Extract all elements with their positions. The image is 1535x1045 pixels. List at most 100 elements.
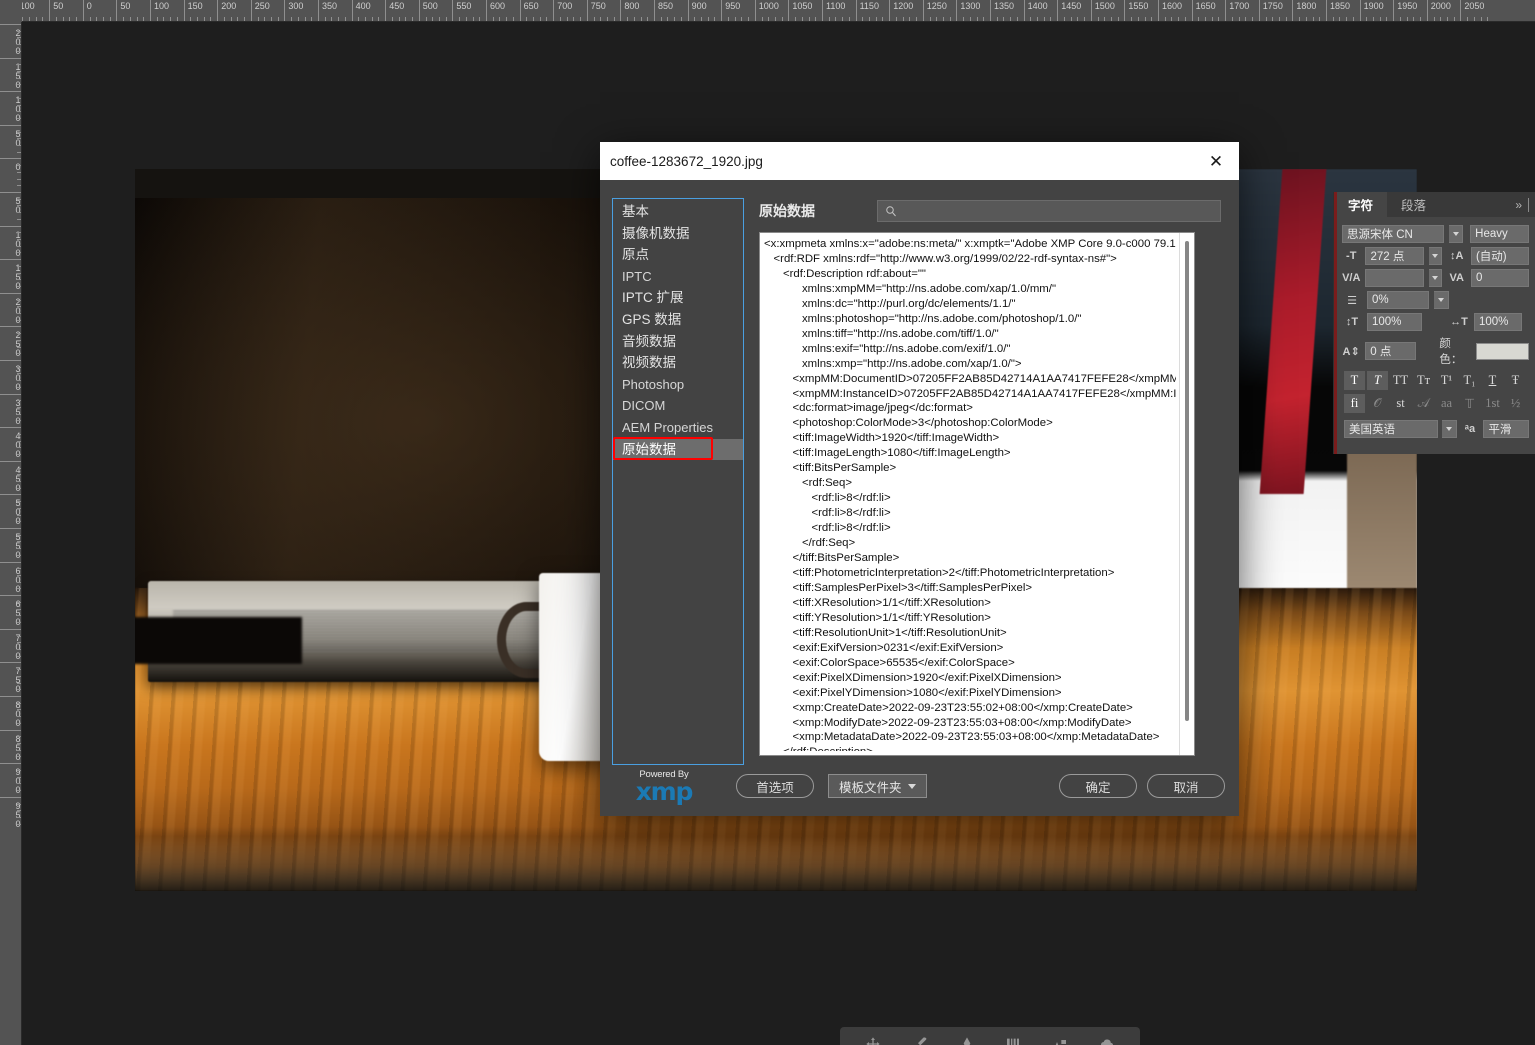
style-button-contextual-alternates[interactable]: 𝒪 — [1367, 394, 1388, 413]
style-button-titling-alternates[interactable]: 𝕋 — [1459, 394, 1480, 413]
font-family-field[interactable]: 思源宋体 CN — [1342, 225, 1445, 243]
shape-icon[interactable] — [1051, 1036, 1069, 1045]
ruler-minor-tick-h — [795, 17, 797, 21]
style-button-small-caps[interactable]: Tт — [1413, 371, 1434, 390]
pen-icon[interactable] — [958, 1036, 976, 1045]
sidebar-item-11[interactable]: 原始数据 — [613, 438, 743, 461]
character-panel-tabs[interactable]: 字符 段落 » — [1334, 192, 1535, 217]
ruler-minor-tick-h — [801, 17, 803, 21]
ruler-minor-tick-v — [17, 622, 21, 624]
sidebar-item-0[interactable]: 基本 — [613, 201, 743, 223]
style-buttons-row-2[interactable]: fi 𝒪st 𝒜aa 𝕋 1st ½ — [1342, 394, 1529, 413]
style-button-strikethrough[interactable]: Ŧ — [1505, 371, 1526, 390]
tab-paragraph[interactable]: 段落 — [1387, 192, 1440, 217]
character-panel-body: 思源宋体 CN Heavy ‑T 272 点 ↕A (自动) V/A VA 0 … — [1334, 217, 1535, 438]
ruler-corner[interactable] — [0, 0, 22, 22]
sidebar-item-7[interactable]: 视频数据 — [613, 352, 743, 374]
sidebar-item-10[interactable]: AEM Properties — [613, 417, 743, 439]
leading-field[interactable]: (自动) — [1470, 247, 1529, 265]
sidebar-item-6[interactable]: 音频数据 — [613, 331, 743, 353]
sidebar-item-1[interactable]: 摄像机数据 — [613, 223, 743, 245]
search-box[interactable] — [877, 200, 1221, 222]
ruler-minor-tick-v — [17, 588, 21, 590]
language-dropdown-icon[interactable] — [1442, 420, 1457, 438]
style-button-swash[interactable]: 𝒜 — [1413, 394, 1434, 413]
cloud-icon[interactable] — [1098, 1036, 1116, 1045]
language-field[interactable]: 美国英语 — [1344, 420, 1439, 438]
sidebar-item-4[interactable]: IPTC 扩展 — [613, 287, 743, 309]
ruler-tick-h: 850 — [654, 0, 673, 21]
ruler-minor-tick-v — [17, 151, 21, 153]
vertical-ruler[interactable]: 200 150 100 50 0 50 100 150 200 250 300 350 400 450 50… — [0, 22, 22, 1045]
ruler-minor-tick-h — [606, 17, 608, 21]
style-button-all-caps[interactable]: TT — [1390, 371, 1411, 390]
font-style-field[interactable]: Heavy — [1470, 225, 1529, 243]
style-buttons-row-1[interactable]: T T TT Tт T¹ T₁ T Ŧ — [1342, 371, 1529, 390]
ruler-minor-tick-v — [17, 212, 21, 214]
style-button-superscript[interactable]: T¹ — [1436, 371, 1457, 390]
ruler-minor-tick-h — [768, 17, 770, 21]
vertical-scale-field[interactable]: 100% — [1367, 313, 1422, 331]
ruler-minor-tick-h — [432, 17, 434, 21]
ruler-minor-tick-h — [533, 17, 535, 21]
ruler-tick-h: 200 — [217, 0, 236, 21]
tsume-field[interactable]: 0% — [1367, 291, 1429, 309]
ruler-minor-tick-v — [17, 299, 21, 301]
xmp-scrollbar-thumb[interactable] — [1185, 241, 1189, 721]
kerning-dropdown-icon[interactable] — [1428, 269, 1443, 287]
style-button-ordinals[interactable]: 1st — [1482, 394, 1503, 413]
sidebar-item-2[interactable]: 原点 — [613, 244, 743, 266]
horizontal-ruler[interactable]: 1501005005010015020025030035040045050055… — [0, 0, 1535, 22]
sidebar-item-9[interactable]: DICOM — [613, 395, 743, 417]
ruler-minor-tick-h — [969, 17, 971, 21]
style-button-faux-bold[interactable]: T — [1344, 371, 1365, 390]
style-button-underline[interactable]: T — [1482, 371, 1503, 390]
font-size-field[interactable]: 272 点 — [1365, 247, 1424, 265]
ruler-minor-tick-v — [17, 756, 21, 758]
tsume-dropdown-icon[interactable] — [1434, 291, 1449, 309]
move-icon[interactable] — [864, 1036, 882, 1045]
cancel-button[interactable]: 取消 — [1147, 774, 1225, 798]
style-button-subscript[interactable]: T₁ — [1459, 371, 1480, 390]
tab-character[interactable]: 字符 — [1334, 192, 1388, 217]
chevron-double-right-icon[interactable]: » — [1515, 198, 1522, 212]
file-info-dialog[interactable]: coffee-1283672_1920.jpg ✕ 基本 摄像机数据 原点 IPTC I… — [600, 142, 1239, 816]
tracking-field[interactable]: 0 — [1470, 269, 1529, 287]
xmp-text-content: <x:xmpmeta xmlns:x="adobe:ns:meta/" x:xm… — [764, 238, 1176, 751]
ruler-minor-tick-h — [291, 17, 293, 21]
sidebar-item-3[interactable]: IPTC — [613, 266, 743, 288]
sidebar-item-5[interactable]: GPS 数据 — [613, 309, 743, 331]
brush-icon[interactable] — [911, 1036, 929, 1045]
style-button-oldstyle[interactable]: aa — [1436, 394, 1457, 413]
ruler-minor-tick-h — [479, 17, 481, 21]
baseline-shift-field[interactable]: 0 点 — [1365, 342, 1417, 360]
grid-icon[interactable] — [1004, 1036, 1022, 1045]
close-icon[interactable]: ✕ — [1201, 147, 1231, 175]
ruler-minor-tick-h — [566, 17, 568, 21]
ok-button[interactable]: 确定 — [1059, 774, 1137, 798]
horizontal-scale-field[interactable]: 100% — [1474, 313, 1522, 331]
ruler-minor-tick-v — [17, 675, 21, 677]
bottom-toolbar[interactable] — [840, 1027, 1140, 1045]
font-size-dropdown-icon[interactable] — [1428, 247, 1443, 265]
raw-xmp-viewer[interactable]: <x:xmpmeta xmlns:x="adobe:ns:meta/" x:xm… — [759, 232, 1195, 756]
kerning-field[interactable] — [1365, 269, 1424, 287]
font-family-dropdown-icon[interactable] — [1449, 225, 1464, 243]
antialias-field[interactable]: 平滑 — [1483, 420, 1529, 438]
style-button-standard-ligatures[interactable]: fi — [1344, 394, 1365, 413]
ruler-minor-tick-h — [613, 17, 615, 21]
ruler-tick-h: 150 — [183, 0, 203, 21]
preferences-button[interactable]: 首选项 — [736, 774, 814, 798]
style-button-fractions[interactable]: ½ — [1505, 394, 1526, 413]
text-color-swatch[interactable] — [1475, 342, 1529, 360]
style-button-discretionary-ligatures[interactable]: st — [1390, 394, 1411, 413]
xmp-scrollbar[interactable] — [1179, 233, 1194, 755]
ruler-minor-tick-h — [593, 17, 595, 21]
ruler-tick-h: 250 — [250, 0, 270, 21]
template-folder-dropdown[interactable]: 模板文件夹 — [828, 774, 927, 798]
search-input[interactable] — [897, 204, 1220, 218]
character-panel[interactable]: 字符 段落 » 思源宋体 CN Heavy ‑T 272 点 ↕A (自动) V — [1333, 192, 1535, 454]
style-button-faux-italic[interactable]: T — [1367, 371, 1388, 390]
metadata-category-list[interactable]: 基本 摄像机数据 原点 IPTC IPTC 扩展 GPS 数据 音频数据 视频数据 Photos… — [612, 198, 744, 765]
sidebar-item-8[interactable]: Photoshop — [613, 374, 743, 396]
